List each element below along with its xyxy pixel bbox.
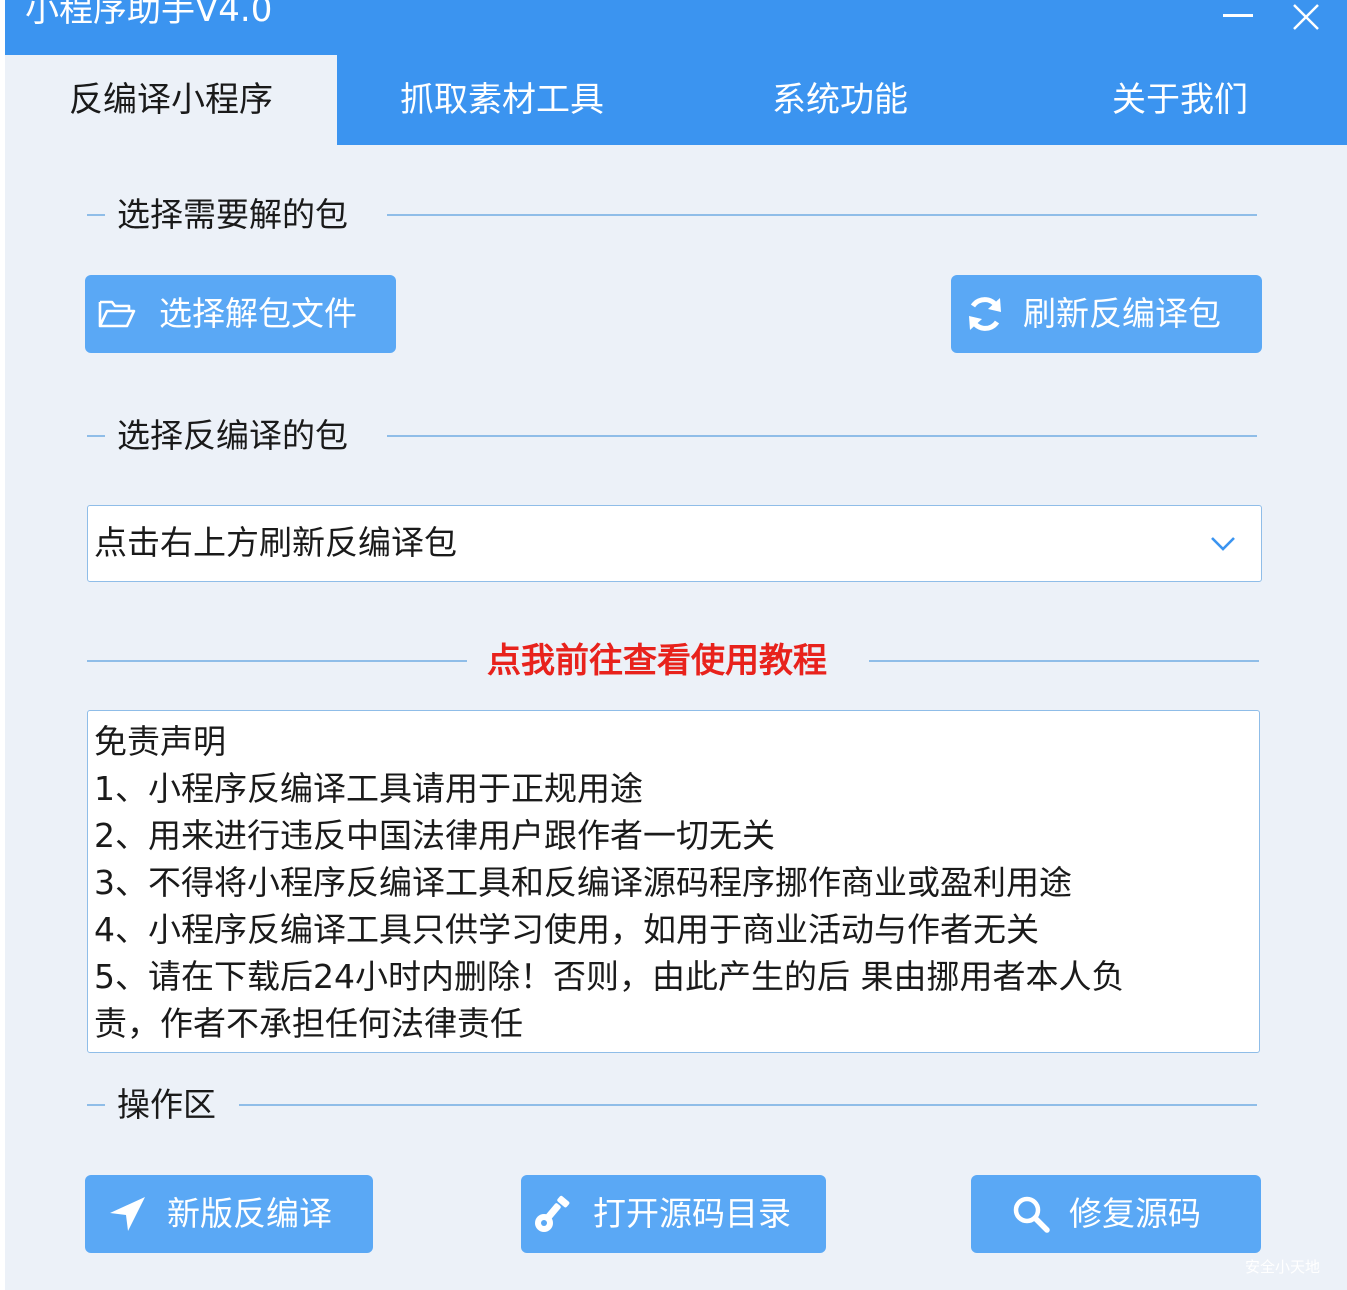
- tab-about[interactable]: 关于我们: [1010, 55, 1347, 145]
- operation-heading: 操作区: [117, 1085, 216, 1124]
- select-package-heading: 选择需要解的包: [117, 195, 348, 234]
- disclaimer-textbox[interactable]: 免责声明 1、小程序反编译工具请用于正规用途 2、用来进行违反中国法律用户跟作者…: [87, 710, 1260, 1053]
- dropdown-value: 点击右上方刷新反编译包: [94, 523, 457, 562]
- minimize-icon: [1223, 14, 1253, 17]
- folder-open-icon: [98, 300, 136, 328]
- tab-material-tools[interactable]: 抓取素材工具: [337, 55, 667, 145]
- refresh-icon: [969, 297, 1001, 331]
- disclaimer-line: 5、请在下载后24小时内删除！否则，由此产生的后 果由挪用者本人负: [94, 957, 1125, 996]
- tab-decompile[interactable]: 反编译小程序: [5, 55, 337, 145]
- tab-system[interactable]: 系统功能: [675, 55, 1005, 145]
- minimize-button[interactable]: [1213, 0, 1263, 40]
- choose-unpack-file-button[interactable]: 选择解包文件: [85, 275, 396, 353]
- section-divider: [87, 1104, 105, 1106]
- new-decompile-label: 新版反编译: [167, 1194, 332, 1233]
- disclaimer-line: 4、小程序反编译工具只供学习使用，如用于商业活动与作者无关: [94, 910, 1039, 949]
- send-icon: [110, 1197, 145, 1231]
- section-divider: [387, 214, 1257, 216]
- chevron-down-icon: [1211, 537, 1235, 551]
- tutorial-link[interactable]: 点我前往查看使用教程: [487, 638, 827, 684]
- section-divider: [87, 435, 105, 437]
- open-source-directory-label: 打开源码目录: [593, 1194, 791, 1233]
- search-icon: [1013, 1196, 1050, 1233]
- section-divider: [387, 435, 1257, 437]
- watermark: 安全小天地: [1245, 1258, 1321, 1276]
- title-bar[interactable]: 小程序助手V4.0: [5, 0, 1347, 55]
- disclaimer-line: 2、用来进行违反中国法律用户跟作者一切无关: [94, 816, 775, 855]
- repair-source-label: 修复源码: [1069, 1194, 1201, 1233]
- section-divider: [869, 660, 1259, 662]
- refresh-decompile-package-label: 刷新反编译包: [1023, 294, 1221, 333]
- key-icon: [535, 1195, 570, 1232]
- close-button[interactable]: [1281, 0, 1331, 40]
- disclaimer-line: 免责声明: [94, 722, 226, 761]
- disclaimer-line: 1、小程序反编译工具请用于正规用途: [94, 769, 643, 808]
- open-source-directory-button[interactable]: 打开源码目录: [521, 1175, 826, 1253]
- decompile-package-heading: 选择反编译的包: [117, 416, 348, 455]
- choose-unpack-file-label: 选择解包文件: [159, 294, 357, 333]
- disclaimer-line: 责，作者不承担任何法律责任: [94, 1004, 523, 1043]
- repair-source-button[interactable]: 修复源码: [971, 1175, 1261, 1253]
- app-window: 小程序助手V4.0 反编译小程序 抓取素材工具 系统功能 关于我们 选择需要解的…: [5, 0, 1347, 1290]
- section-divider: [239, 1104, 1257, 1106]
- section-divider: [87, 660, 467, 662]
- new-decompile-button[interactable]: 新版反编译: [85, 1175, 373, 1253]
- close-icon: [1293, 4, 1319, 30]
- refresh-decompile-package-button[interactable]: 刷新反编译包: [951, 275, 1262, 353]
- decompile-package-dropdown[interactable]: 点击右上方刷新反编译包: [87, 505, 1262, 582]
- window-title: 小程序助手V4.0: [25, 0, 273, 30]
- section-divider: [87, 214, 105, 216]
- disclaimer-line: 3、不得将小程序反编译工具和反编译源码程序挪作商业或盈利用途: [94, 863, 1072, 902]
- tab-bar: 反编译小程序 抓取素材工具 系统功能 关于我们: [5, 55, 1347, 145]
